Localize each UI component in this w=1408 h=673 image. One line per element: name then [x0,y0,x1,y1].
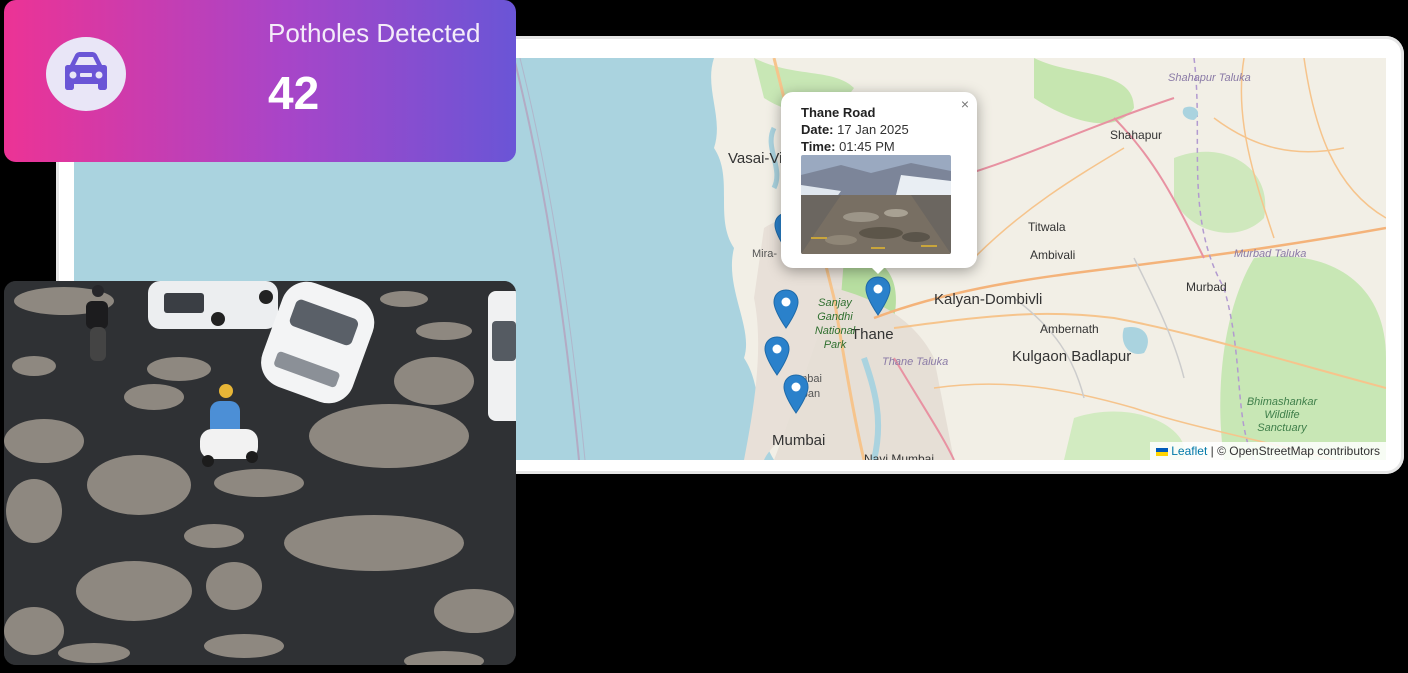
stat-value: 42 [268,67,320,119]
place-vasai: Vasai-Vi [728,150,783,167]
popup-title: Thane Road [801,105,876,120]
place-mumbai: Mumbai [772,432,826,449]
place-bhimashankar: Bhimashankar Wildlife Sanctuary [1246,396,1318,434]
car-icon [65,52,107,90]
place-murbad-taluka: Murbad Taluka [1234,248,1307,260]
place-thane-taluka: Thane Taluka [882,356,949,368]
popup-tip [868,264,888,274]
place-murbad: Murbad [1186,280,1227,294]
map-marker[interactable] [773,289,799,329]
place-ambivali: Ambivali [1030,248,1076,262]
potholes-stat-card: Potholes Detected 42 [4,0,516,162]
place-kalyan: Kalyan-Dombivli [934,291,1043,308]
popup-date: 17 Jan 2025 [837,122,909,137]
leaflet-link[interactable]: Leaflet [1171,444,1207,458]
osm-attribution-text: | © OpenStreetMap contributors [1210,444,1380,458]
popup-time-label: Time: [801,139,836,154]
stat-icon-badge [46,37,126,111]
place-navi-mumbai: Navi Mumbai [864,452,935,460]
place-shahapur-taluka: Shahapur Taluka [1168,72,1251,84]
popup-close-button[interactable]: × [961,96,969,112]
place-sanjay-gandhi: Sanjay Gandhi National Park [814,297,856,351]
map-marker[interactable] [783,374,809,414]
stat-label: Potholes Detected [268,18,481,48]
map-attribution: Leaflet | © OpenStreetMap contributors [1150,442,1386,460]
ukraine-flag-icon [1156,447,1169,456]
map-marker[interactable] [764,336,790,376]
place-ambernath: Ambernath [1040,322,1099,336]
popup-date-label: Date: [801,122,834,137]
pothole-road-photo [4,281,516,665]
popup-road-photo [801,155,951,254]
place-titwala: Titwala [1028,220,1066,234]
place-shahapur: Shahapur [1110,128,1163,142]
map-marker-thane-road[interactable] [865,276,891,316]
popup-time: 01:45 PM [839,139,895,154]
marker-popup: × Thane Road Date: 17 Jan 2025 Time: 01:… [781,92,977,268]
place-kulgaon: Kulgaon Badlapur [1012,348,1132,365]
